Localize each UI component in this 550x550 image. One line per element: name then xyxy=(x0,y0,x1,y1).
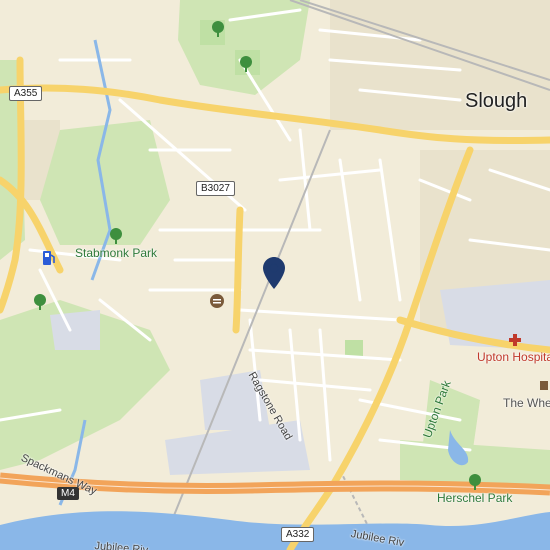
park-label-herschel: Herschel Park xyxy=(437,491,513,505)
road-shield-m4: M4 xyxy=(57,487,79,500)
road-shield-a355: A355 xyxy=(9,86,43,101)
tree-icon xyxy=(110,228,122,244)
tree-icon xyxy=(212,21,224,37)
road-shield-a332: A332 xyxy=(281,527,315,542)
park-label-stabmonk: Stabmonk Park xyxy=(75,246,158,260)
hospital-icon[interactable] xyxy=(508,333,522,347)
tree-icon xyxy=(34,294,46,310)
restaurant-icon[interactable] xyxy=(210,294,224,308)
poi-label-the-whe: The Whe xyxy=(503,396,550,410)
tree-icon xyxy=(469,474,481,490)
location-pin-icon[interactable] xyxy=(263,257,285,289)
map-canvas[interactable]: Slough Stabmonk Park Upton Park Herschel… xyxy=(0,0,550,550)
tree-icon xyxy=(240,56,252,72)
building-icon[interactable] xyxy=(539,379,549,391)
fuel-icon[interactable] xyxy=(41,249,57,267)
city-label-slough: Slough xyxy=(465,90,528,112)
road-shield-b3027: B3027 xyxy=(196,181,235,196)
poi-label-upton-hospital: Upton Hospital xyxy=(477,350,550,364)
